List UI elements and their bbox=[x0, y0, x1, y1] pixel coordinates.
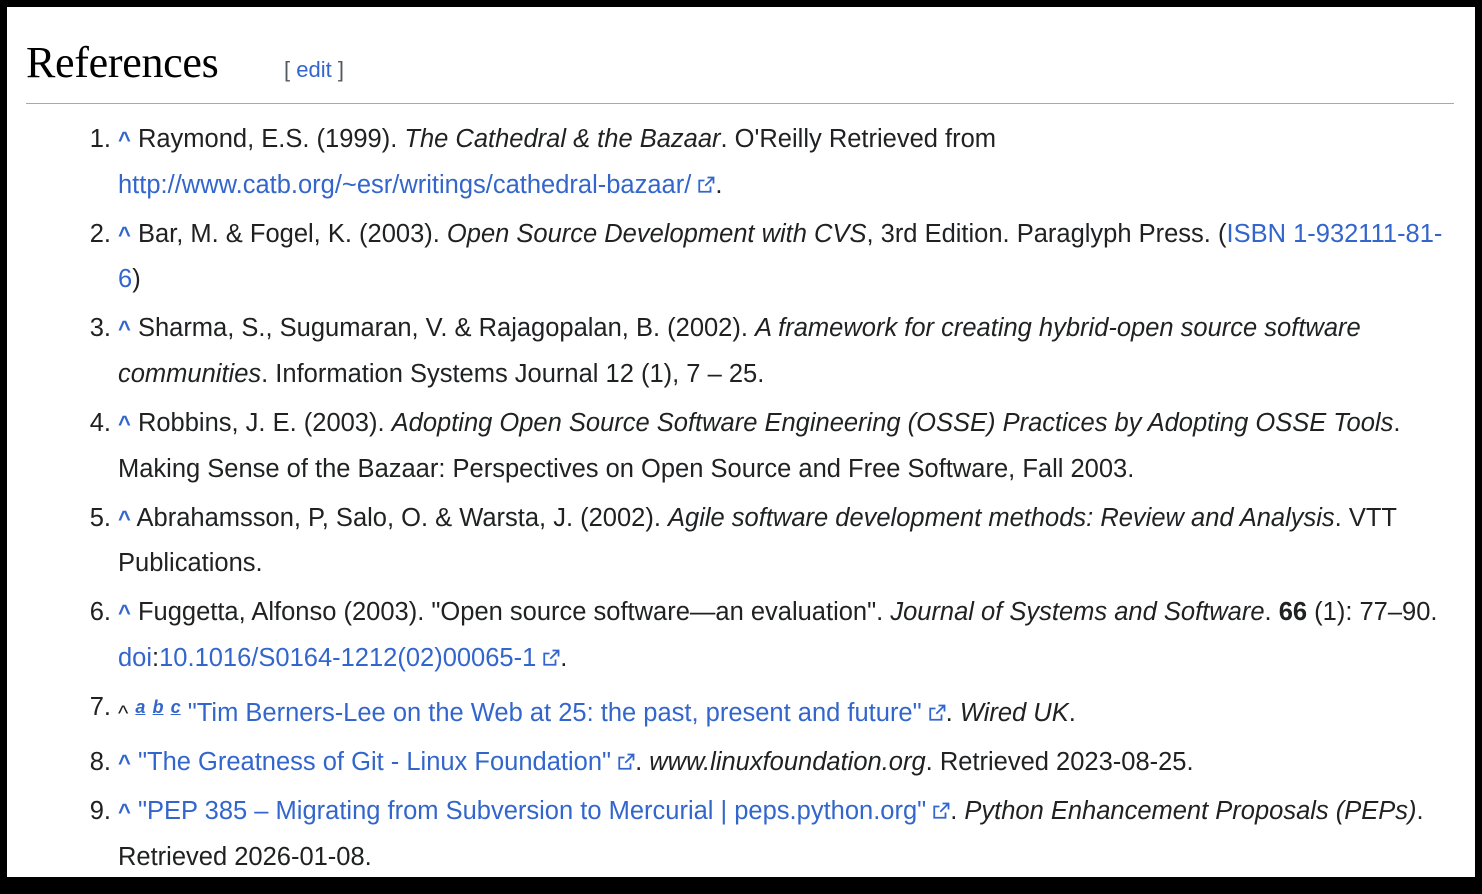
external-link[interactable]: "The Greatness of Git - Linux Foundation… bbox=[138, 748, 611, 776]
section-heading: References [ edit ] bbox=[26, 29, 1454, 104]
citation-title: Open Source Development with CVS bbox=[446, 219, 867, 248]
website-title: Python Enhancement Proposals (PEPs) bbox=[964, 797, 1417, 826]
edit-bracket-open: [ bbox=[284, 57, 291, 82]
citation-text: Robbins, J. E. (2003). bbox=[130, 409, 392, 438]
doi-label-link[interactable]: doi bbox=[118, 644, 152, 672]
edit-bracket-close: ] bbox=[337, 57, 344, 82]
publisher-title: Wired UK bbox=[959, 699, 1069, 728]
citation-text: . Information Systems Journal 12 (1), 7 … bbox=[261, 359, 765, 388]
citation-text: . bbox=[560, 644, 568, 673]
backlink-a[interactable]: a bbox=[135, 697, 145, 717]
citation-text: . O'Reilly Retrieved from bbox=[720, 125, 997, 153]
citation-text: . bbox=[1068, 699, 1076, 728]
reference-item: 9. ^ "PEP 385 – Migrating from Subversio… bbox=[71, 789, 1451, 880]
citation-text: . bbox=[945, 699, 960, 728]
edit-link[interactable]: edit bbox=[296, 57, 331, 82]
reference-item: 4. ^ Robbins, J. E. (2003). Adopting Ope… bbox=[71, 401, 1451, 492]
citation-text: . bbox=[635, 748, 650, 777]
external-link-icon bbox=[543, 649, 560, 666]
reference-item: 3. ^ Sharma, S., Sugumaran, V. & Rajagop… bbox=[71, 306, 1451, 397]
reference-list: 1. ^ Raymond, E.S. (1999). The Cathedral… bbox=[71, 117, 1451, 884]
reference-number: 3. bbox=[89, 314, 111, 343]
journal-title: Journal of Systems and Software bbox=[890, 598, 1265, 627]
doi-link[interactable]: 10.1016/S0164-1212(02)00065-1 bbox=[159, 644, 536, 672]
reference-number: 2. bbox=[89, 219, 111, 248]
external-link[interactable]: http://www.catb.org/~esr/writings/cathed… bbox=[118, 171, 691, 199]
citation-title: Agile software development methods: Revi… bbox=[668, 503, 1335, 532]
reference-number: 9. bbox=[89, 797, 111, 826]
section-title: References bbox=[26, 38, 219, 87]
backlink-caret[interactable]: ^ bbox=[118, 222, 131, 247]
reference-number: 8. bbox=[89, 748, 111, 777]
reference-item: 6. ^ Fuggetta, Alfonso (2003). "Open sou… bbox=[71, 590, 1451, 681]
reference-number: 5. bbox=[89, 503, 111, 532]
citation-title: The Cathedral & the Bazaar bbox=[404, 125, 721, 153]
citation-text: Sharma, S., Sugumaran, V. & Rajagopalan,… bbox=[130, 314, 756, 343]
reference-item: 8. ^ "The Greatness of Git - Linux Found… bbox=[71, 740, 1451, 786]
reference-item: 1. ^ Raymond, E.S. (1999). The Cathedral… bbox=[71, 117, 1451, 208]
citation-text: (1): 77–90. bbox=[1307, 598, 1438, 627]
citation-text: . bbox=[950, 797, 965, 826]
reference-number: 6. bbox=[89, 598, 111, 627]
external-link-icon bbox=[929, 704, 946, 721]
citation-text: Raymond, E.S. (1999). bbox=[130, 125, 405, 153]
citation-title: Adopting Open Source Software Engineerin… bbox=[391, 409, 1394, 438]
reference-item: 5. ^ Abrahamsson, P, Salo, O. & Warsta, … bbox=[71, 496, 1451, 587]
external-link[interactable]: "Tim Berners-Lee on the Web at 25: the p… bbox=[188, 699, 922, 727]
backlink-caret[interactable]: ^ bbox=[118, 750, 131, 775]
reference-number: 7. bbox=[89, 693, 111, 722]
reference-number: 4. bbox=[89, 409, 111, 438]
backlink-caret: ^ bbox=[118, 701, 129, 727]
citation-text: , 3rd Edition. Paraglyph Press. ( bbox=[866, 219, 1227, 248]
citation-text: ) bbox=[132, 265, 141, 294]
reference-number: 1. bbox=[89, 125, 111, 153]
citation-text: . bbox=[715, 170, 723, 199]
edit-section: [ edit ] bbox=[284, 57, 344, 83]
external-link-icon bbox=[933, 802, 950, 819]
backlink-caret[interactable]: ^ bbox=[118, 506, 131, 531]
backlink-caret[interactable]: ^ bbox=[118, 127, 131, 152]
backlink-caret[interactable]: ^ bbox=[118, 600, 131, 625]
backlink-caret[interactable]: ^ bbox=[118, 799, 131, 824]
reference-item: 2. ^ Bar, M. & Fogel, K. (2003). Open So… bbox=[71, 212, 1451, 303]
backlink-caret[interactable]: ^ bbox=[118, 316, 131, 341]
volume-number: 66 bbox=[1278, 598, 1308, 627]
citation-text: . Retrieved 2023-08-25. bbox=[925, 748, 1194, 777]
citation-text: Fuggetta, Alfonso (2003). "Open source s… bbox=[130, 598, 891, 627]
backlink-c[interactable]: c bbox=[171, 697, 181, 717]
references-panel: References [ edit ] 1. ^ Raymond, E.S. (… bbox=[7, 7, 1475, 877]
external-link[interactable]: "PEP 385 – Migrating from Subversion to … bbox=[138, 797, 926, 825]
citation-text: . bbox=[1264, 598, 1279, 627]
citation-text: Bar, M. & Fogel, K. (2003). bbox=[130, 219, 447, 248]
backlink-b[interactable]: b bbox=[153, 697, 164, 717]
reference-item: 7. ^ a b c "Tim Berners-Lee on the Web a… bbox=[71, 685, 1451, 737]
external-link-icon bbox=[618, 753, 635, 770]
backlink-caret[interactable]: ^ bbox=[118, 411, 131, 436]
external-link-icon bbox=[698, 176, 715, 193]
citation-text: Abrahamsson, P, Salo, O. & Warsta, J. (2… bbox=[130, 503, 669, 532]
website-title: www.linuxfoundation.org bbox=[649, 748, 926, 777]
